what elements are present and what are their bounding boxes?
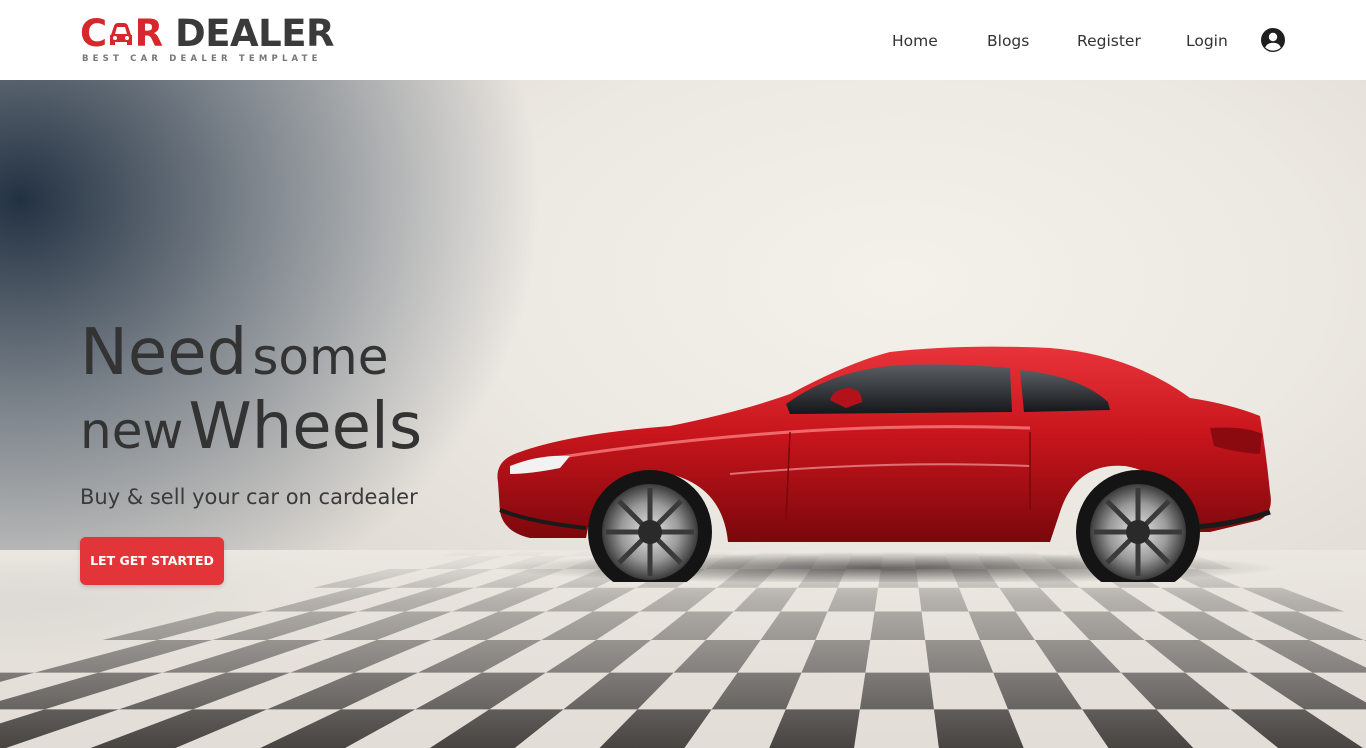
nav-login[interactable]: Login <box>1186 30 1228 52</box>
headline-need: Need <box>80 316 248 390</box>
headline-wheels: Wheels <box>188 390 423 464</box>
hero-banner: Need some new Wheels Buy & sell your car… <box>0 80 1366 748</box>
hero-headline: Need some new Wheels <box>80 318 500 466</box>
logo-tagline: BEST CAR DEALER TEMPLATE <box>82 54 322 64</box>
brand-logo[interactable]: CR DEALER BEST CAR DEALER TEMPLATE <box>80 14 336 68</box>
user-circle-icon[interactable] <box>1261 28 1285 52</box>
headline-some: some <box>252 328 389 386</box>
nav-home[interactable]: Home <box>892 30 938 52</box>
red-sports-car-image <box>497 346 1280 582</box>
nav-blogs[interactable]: Blogs <box>987 30 1029 52</box>
hero-subtitle: Buy & sell your car on cardealer <box>80 485 418 509</box>
get-started-button[interactable]: LET GET STARTED <box>80 537 224 585</box>
logo-wordmark: CR DEALER <box>80 12 335 55</box>
headline-new: new <box>80 402 184 460</box>
logo-car-icon <box>109 23 132 45</box>
site-header: CR DEALER BEST CAR DEALER TEMPLATE Home … <box>0 0 1366 80</box>
nav-register[interactable]: Register <box>1077 30 1141 52</box>
